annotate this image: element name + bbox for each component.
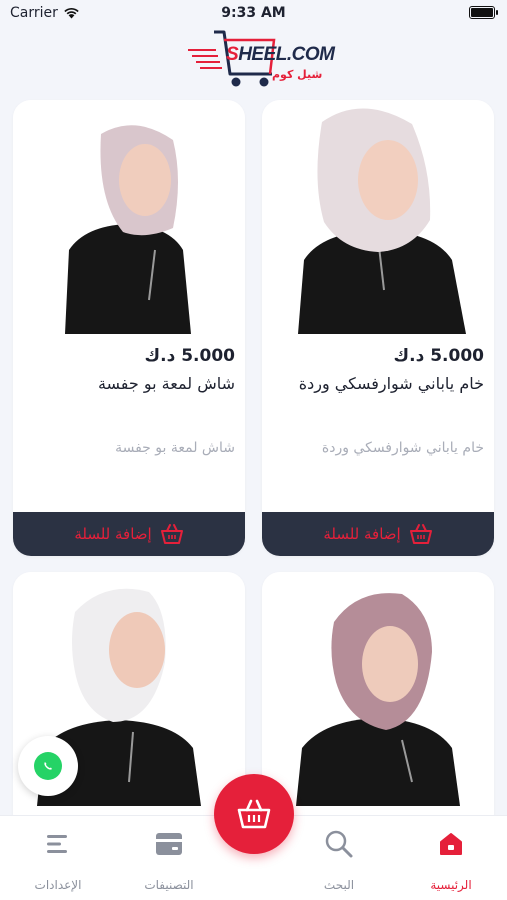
menu-lines-icon xyxy=(47,835,67,853)
add-to-cart-label: إضافة للسلة xyxy=(74,525,152,543)
basket-icon xyxy=(160,524,183,544)
product-image[interactable] xyxy=(262,100,494,334)
tab-search[interactable]: البحث xyxy=(289,828,389,892)
product-card[interactable]: 5.000 د.ك شاش لمعة بو جفسة شاش لمعة بو ج… xyxy=(13,100,245,556)
product-price: 5.000 د.ك xyxy=(393,346,484,366)
search-icon xyxy=(325,830,353,858)
logo-letter-s: S xyxy=(226,44,239,65)
battery-icon xyxy=(469,6,498,19)
logo-arabic: شيل كوم xyxy=(272,68,323,81)
tab-categories-label: التصنيفات xyxy=(144,878,194,892)
categories-icon xyxy=(156,833,182,855)
tab-search-label: البحث xyxy=(323,878,355,892)
product-image[interactable] xyxy=(262,572,494,806)
cart-button[interactable] xyxy=(214,774,294,854)
tab-categories[interactable]: التصنيفات xyxy=(119,828,219,892)
home-icon xyxy=(440,833,462,855)
add-to-cart-button[interactable]: إضافة للسلة xyxy=(262,512,494,556)
logo-wordmark: SHEEL.COM xyxy=(226,44,335,66)
app-logo: SHEEL.COM شيل كوم xyxy=(186,28,336,92)
status-time: 9:33 AM xyxy=(221,5,286,21)
whatsapp-icon xyxy=(34,752,62,780)
tab-home-label: الرئيسية xyxy=(430,878,472,892)
status-bar: Carrier 9:33 AM xyxy=(0,0,507,26)
product-name[interactable]: شاش لمعة بو جفسة xyxy=(23,374,235,393)
product-card[interactable]: 5.000 د.ك خام ياباني شوارفسكي وردة خام ي… xyxy=(262,100,494,556)
product-card[interactable] xyxy=(262,572,494,832)
product-image[interactable] xyxy=(13,100,245,334)
whatsapp-button[interactable] xyxy=(18,736,78,796)
tab-settings-label: الإعدادات xyxy=(34,878,82,892)
logo-letters-rest: HEEL.COM xyxy=(238,44,335,65)
add-to-cart-label: إضافة للسلة xyxy=(323,525,401,543)
tab-home[interactable]: الرئيسية xyxy=(401,828,501,892)
add-to-cart-button[interactable]: إضافة للسلة xyxy=(13,512,245,556)
product-price: 5.000 د.ك xyxy=(144,346,235,366)
product-description: شاش لمعة بو جفسة xyxy=(115,440,235,456)
tab-settings[interactable]: الإعدادات xyxy=(8,828,108,892)
product-name[interactable]: خام ياباني شوارفسكي وردة xyxy=(272,374,484,393)
basket-icon xyxy=(237,799,271,829)
basket-icon xyxy=(409,524,432,544)
product-description: خام ياباني شوارفسكي وردة xyxy=(321,440,484,456)
